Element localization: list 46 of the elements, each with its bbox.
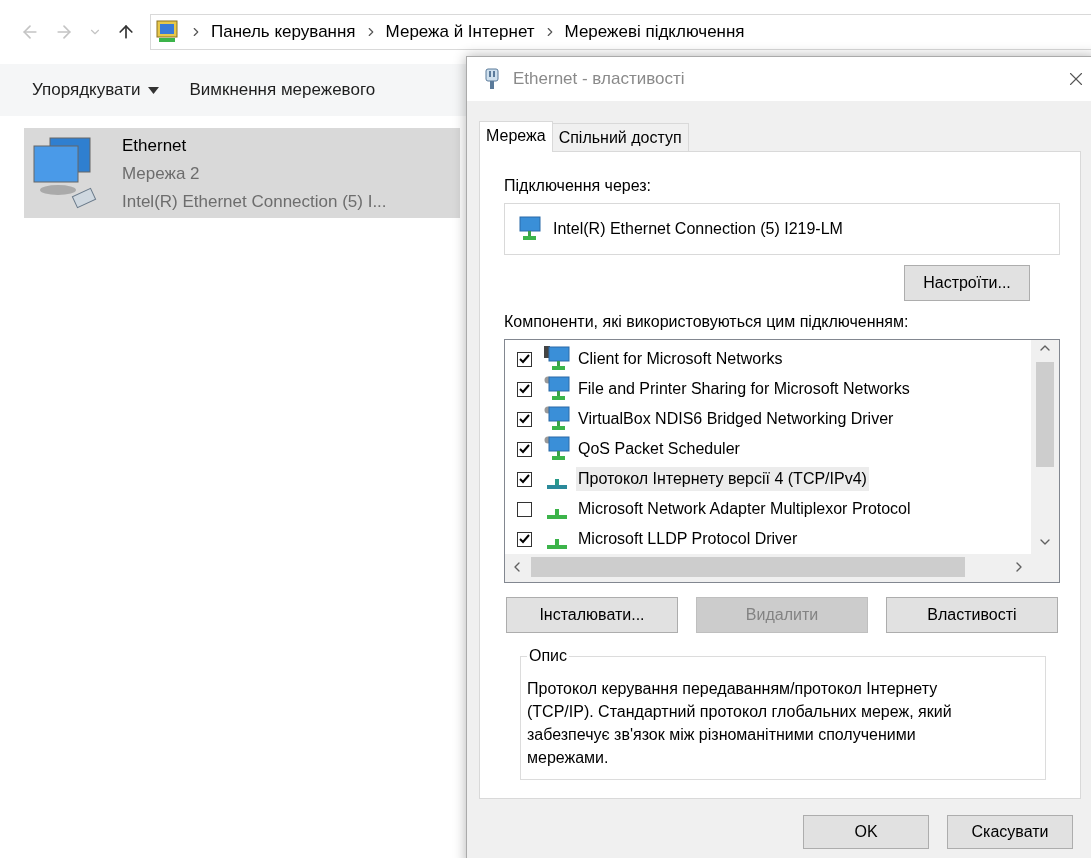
component-item[interactable]: Microsoft Network Adapter Multiplexor Protocol xyxy=(576,497,913,521)
breadcrumb-item[interactable]: Панель керування xyxy=(211,22,356,42)
dialog-button[interactable]: OK xyxy=(803,815,929,849)
component-action-button[interactable]: Інсталювати... xyxy=(506,597,678,633)
description-text: Протокол керування передаванням/протокол Інтернету (TCP/IP). Стандартний протокол глобальних мереж, який забезпечує зв'язок між різноманітними сполученими мережами. xyxy=(527,679,953,768)
protocol-icon xyxy=(547,479,567,489)
configure-button[interactable]: Настроїти... xyxy=(904,265,1030,301)
ethernet-plug-icon xyxy=(485,68,499,90)
network-computer-icon xyxy=(544,406,570,432)
connection-item[interactable]: Ethernet Мережа 2 Intel(R) Ethernet Connection (5) I... xyxy=(24,128,460,218)
protocol-icon xyxy=(547,509,567,519)
checkbox[interactable] xyxy=(517,351,532,367)
component-action-button[interactable]: Властивості xyxy=(886,597,1058,633)
checkbox[interactable] xyxy=(517,441,532,457)
breadcrumb-item[interactable]: Мережа й Інтернет xyxy=(385,22,535,42)
checkbox[interactable] xyxy=(517,411,532,427)
component-item[interactable]: Microsoft LLDP Protocol Driver xyxy=(576,527,800,551)
network-computer-icon xyxy=(544,376,570,402)
dialog-button[interactable]: Скасувати xyxy=(947,815,1073,849)
connection-adapter: Intel(R) Ethernet Connection (5) I... xyxy=(122,191,387,213)
toolbar-button[interactable]: Упорядкувати xyxy=(32,80,160,100)
description-legend: Опис xyxy=(527,647,570,665)
checkbox[interactable] xyxy=(517,531,532,547)
component-item[interactable]: Client for Microsoft Networks xyxy=(576,347,785,371)
network-computer-icon xyxy=(544,346,570,372)
tab[interactable]: Мережа xyxy=(479,121,553,152)
dialog-title: Ethernet - властивості xyxy=(513,69,686,89)
address-bar[interactable]: Панель керування Мережа й Інтернет Мережеві підключення xyxy=(150,14,1091,50)
connection-network: Мережа 2 xyxy=(122,163,201,185)
control-panel-icon xyxy=(155,19,181,45)
component-item[interactable]: File and Printer Sharing for Microsoft Networks xyxy=(576,377,912,401)
checkbox[interactable] xyxy=(517,471,532,487)
checkbox[interactable] xyxy=(517,381,532,397)
tab[interactable]: Спільний доступ xyxy=(551,123,689,151)
adapter-field: Intel(R) Ethernet Connection (5) I219-LM xyxy=(504,203,1060,255)
toolbar-button[interactable]: Вимкнення мережевого xyxy=(189,80,376,100)
connect-using-label: Підключення через: xyxy=(504,177,653,195)
connection-name: Ethernet xyxy=(122,135,188,157)
checkbox[interactable] xyxy=(517,501,532,517)
component-item[interactable]: Протокол Інтернету версії 4 (TCP/IPv4) xyxy=(576,467,869,491)
protocol-icon xyxy=(547,539,567,549)
component-item[interactable]: VirtualBox NDIS6 Bridged Networking Driver xyxy=(576,407,896,431)
components-label: Компоненти, які використовуються цим підключенням: xyxy=(504,313,910,331)
component-item[interactable]: QoS Packet Scheduler xyxy=(576,437,742,461)
breadcrumb-item[interactable]: Мережеві підключення xyxy=(564,22,745,42)
network-computer-icon xyxy=(544,436,570,462)
